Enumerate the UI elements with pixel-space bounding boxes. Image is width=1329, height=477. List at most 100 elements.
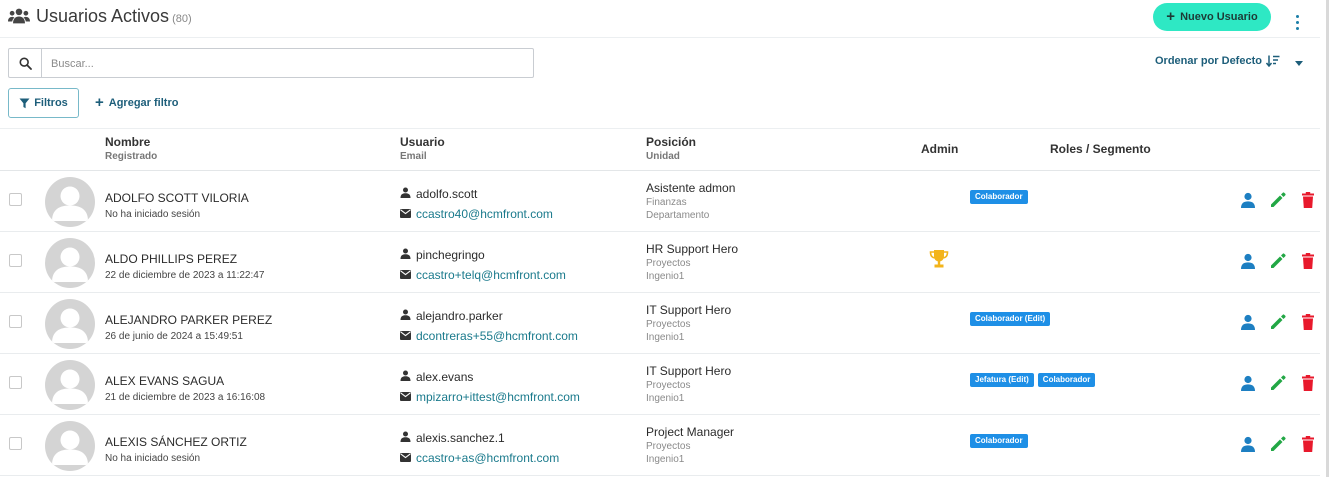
avatar xyxy=(45,299,95,349)
email-link[interactable]: mpizarro+ittest@hcmfront.com xyxy=(400,390,580,404)
chevron-down-icon[interactable] xyxy=(1295,61,1303,66)
position-title: Asistente admon xyxy=(646,181,736,195)
unit-name: Ingenio1 xyxy=(646,393,685,404)
username: alexis.sanchez.1 xyxy=(400,431,505,445)
email-link[interactable]: ccastro+telq@hcmfront.com xyxy=(400,268,566,282)
trash-delete-icon[interactable] xyxy=(1299,191,1317,209)
avatar xyxy=(45,238,95,288)
column-header-position-label: Posición xyxy=(646,135,697,149)
email-link[interactable]: ccastro40@hcmfront.com xyxy=(400,207,553,221)
new-user-button[interactable]: + Nuevo Usuario xyxy=(1153,3,1271,31)
more-options-icon[interactable] xyxy=(1290,15,1304,33)
search-button[interactable] xyxy=(9,49,42,77)
column-header-user-label: Usuario xyxy=(400,135,445,149)
trash-delete-icon[interactable] xyxy=(1299,374,1317,392)
column-header-name[interactable]: Nombre Registrado xyxy=(105,135,157,162)
unit-name: Ingenio1 xyxy=(646,271,685,282)
username: pinchegringo xyxy=(400,248,485,262)
email-link[interactable]: dcontreras+55@hcmfront.com xyxy=(400,329,578,343)
unit-name: Ingenio1 xyxy=(646,454,685,465)
avatar xyxy=(45,421,95,471)
table-row: ALDO PHILLIPS PEREZ 22 de diciembre de 20… xyxy=(0,232,1320,293)
user-full-name: ALEJANDRO PARKER PEREZ xyxy=(105,313,273,327)
sort-dropdown[interactable]: Ordenar por Defecto xyxy=(1155,55,1280,67)
column-header-position[interactable]: Posición Unidad xyxy=(646,135,696,162)
add-filter-label: Agregar filtro xyxy=(108,96,179,109)
page-title: Usuarios Activos (80) xyxy=(36,6,192,27)
sort-descending-icon xyxy=(1265,55,1280,67)
registered-date: 26 de junio de 2024 a 15:49:51 xyxy=(105,331,243,342)
user-view-icon[interactable] xyxy=(1239,252,1257,270)
search-input[interactable] xyxy=(51,55,521,72)
row-checkbox[interactable] xyxy=(9,437,22,450)
trash-delete-icon[interactable] xyxy=(1299,435,1317,453)
filters-label: Filtros xyxy=(34,97,68,109)
role-badge: Jefatura (Edit) xyxy=(970,373,1034,387)
email-link[interactable]: ccastro+as@hcmfront.com xyxy=(400,451,559,465)
trophy-icon xyxy=(928,248,950,270)
user-icon xyxy=(400,187,411,201)
table-row: ALEX EVANS SAGUA 21 de diciembre de 2023 … xyxy=(0,354,1320,415)
pencil-edit-icon[interactable] xyxy=(1269,435,1287,453)
column-header-unit-label: Unidad xyxy=(646,151,680,162)
username-text: pinchegringo xyxy=(416,248,485,262)
trash-delete-icon[interactable] xyxy=(1299,313,1317,331)
row-checkbox[interactable] xyxy=(9,376,22,389)
unit-area: Proyectos xyxy=(646,441,691,452)
roles-list: Jefatura (Edit) Colaborador xyxy=(970,373,1096,387)
role-badge: Colaborador xyxy=(970,434,1028,448)
unit-area: Finanzas xyxy=(646,197,687,208)
username: adolfo.scott xyxy=(400,187,477,201)
sort-label: Ordenar por Defecto xyxy=(1155,55,1262,67)
role-badge: Colaborador xyxy=(970,190,1028,204)
pencil-edit-icon[interactable] xyxy=(1269,374,1287,392)
user-view-icon[interactable] xyxy=(1239,191,1257,209)
row-checkbox[interactable] xyxy=(9,254,22,267)
column-header-email-label: Email xyxy=(400,151,427,162)
unit-area: Proyectos xyxy=(646,380,691,391)
table-row: ALEJANDRO PARKER PEREZ 26 de junio de 202… xyxy=(0,293,1320,354)
roles-list: Colaborador xyxy=(970,190,1028,204)
row-checkbox[interactable] xyxy=(9,315,22,328)
pencil-edit-icon[interactable] xyxy=(1269,191,1287,209)
column-header-user[interactable]: Usuario Email xyxy=(400,135,445,162)
page: Usuarios Activos(80) + Nuevo Usuario Ord… xyxy=(0,0,1329,477)
table-header: Nombre Registrado Usuario Email Posición… xyxy=(0,128,1320,171)
plus-icon: + xyxy=(95,94,104,111)
user-view-icon[interactable] xyxy=(1239,435,1257,453)
mail-icon xyxy=(400,390,411,404)
email-text: ccastro+telq@hcmfront.com xyxy=(416,268,566,282)
pencil-edit-icon[interactable] xyxy=(1269,252,1287,270)
email-text: ccastro40@hcmfront.com xyxy=(416,207,553,221)
user-view-icon[interactable] xyxy=(1239,374,1257,392)
username-text: alex.evans xyxy=(416,370,474,384)
user-icon xyxy=(400,309,411,323)
filters-button[interactable]: Filtros xyxy=(8,88,79,118)
row-checkbox[interactable] xyxy=(9,193,22,206)
position-title: IT Support Hero xyxy=(646,303,732,317)
search-icon xyxy=(18,56,32,70)
unit-area: Proyectos xyxy=(646,319,691,330)
user-full-name: ALDO PHILLIPS PEREZ xyxy=(105,252,238,266)
column-header-roles[interactable]: Roles / Segmento xyxy=(1050,142,1151,156)
unit-area: Proyectos xyxy=(646,258,691,269)
position-title: HR Support Hero xyxy=(646,242,739,256)
email-text: mpizarro+ittest@hcmfront.com xyxy=(416,390,580,404)
table-row: ALEXIS SÁNCHEZ ORTIZ No ha iniciado sesió… xyxy=(0,415,1320,476)
email-text: ccastro+as@hcmfront.com xyxy=(416,451,560,465)
trash-delete-icon[interactable] xyxy=(1299,252,1317,270)
user-view-icon[interactable] xyxy=(1239,313,1257,331)
mail-icon xyxy=(400,329,411,343)
filter-icon xyxy=(19,98,30,108)
position-title: Project Manager xyxy=(646,425,735,439)
user-icon xyxy=(400,248,411,262)
plus-icon: + xyxy=(1166,8,1176,25)
pencil-edit-icon[interactable] xyxy=(1269,313,1287,331)
column-header-admin[interactable]: Admin xyxy=(921,142,958,156)
roles-list: Colaborador (Edit) xyxy=(970,312,1051,326)
add-filter-button[interactable]: + Agregar filtro xyxy=(95,95,178,110)
page-header: Usuarios Activos (80) + Nuevo Usuario xyxy=(0,0,1320,38)
user-icon xyxy=(400,370,411,384)
avatar xyxy=(45,177,95,227)
registered-date: 22 de diciembre de 2023 a 11:22:47 xyxy=(105,270,265,281)
